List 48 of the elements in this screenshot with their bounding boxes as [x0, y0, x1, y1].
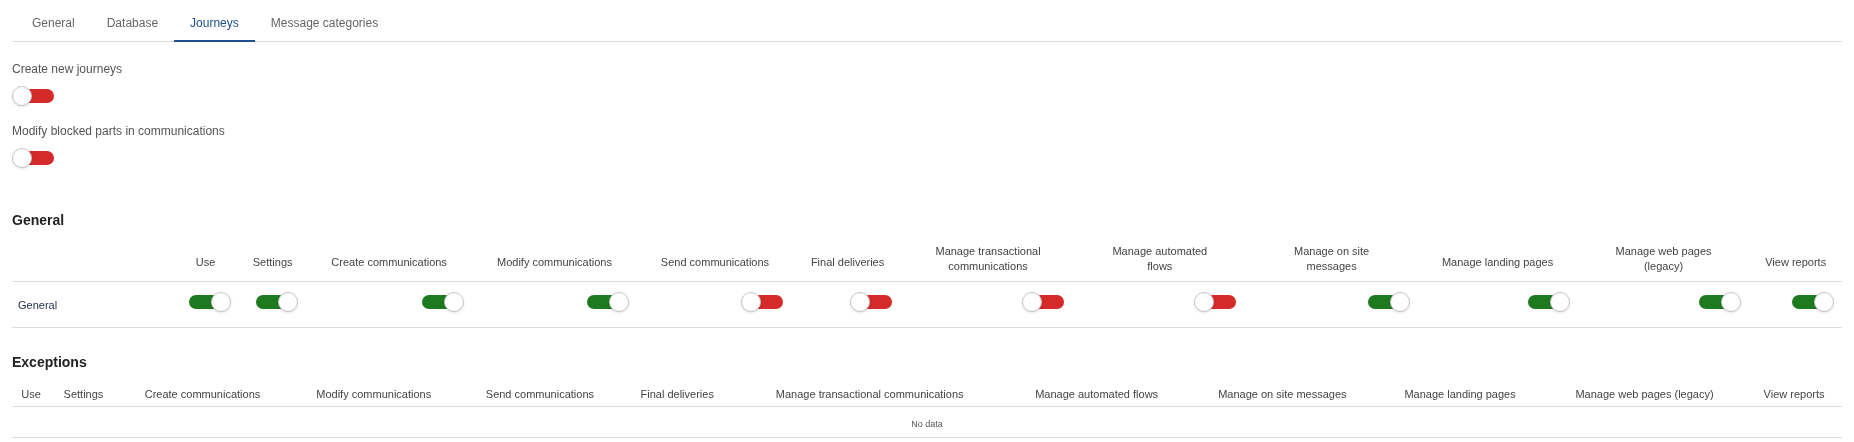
column-header: Create communications — [144, 388, 261, 401]
toggle-switch[interactable] — [1527, 295, 1568, 309]
section-heading: Exceptions — [12, 352, 88, 372]
column-header: Manage on site messages — [1293, 244, 1371, 275]
column-header: Final deliveries — [810, 254, 885, 270]
column-header: Create communications — [331, 254, 447, 270]
toggle-switch[interactable] — [852, 295, 893, 309]
toggle-switch[interactable] — [1367, 295, 1408, 309]
column-header: Manage automated flows — [1111, 244, 1209, 275]
tab[interactable]: Database — [90, 0, 175, 42]
tab[interactable]: Message categories — [254, 0, 395, 42]
toggle-switch[interactable] — [1195, 295, 1236, 309]
section-heading: General — [12, 211, 66, 230]
column-header: Settings — [63, 388, 104, 401]
column-header: Manage on site messages — [1218, 388, 1347, 401]
empty-message: No data — [911, 419, 943, 429]
column-header: Manage landing pages — [1404, 388, 1516, 401]
setting-label: Modify blocked parts in communications — [12, 123, 226, 140]
column-header: Manage web pages (legacy) — [1614, 244, 1713, 275]
column-header: Modify communications — [497, 254, 612, 270]
column-header: Use — [21, 388, 41, 401]
column-header: Send communications — [660, 254, 770, 270]
setting-label: Create new journeys — [12, 61, 124, 78]
toggle-switch[interactable] — [1023, 295, 1064, 309]
column-header: Final deliveries — [640, 388, 714, 401]
toggle-switch[interactable] — [14, 89, 54, 103]
column-header: View reports — [1763, 388, 1825, 401]
tab[interactable]: General — [16, 0, 91, 42]
toggle-switch[interactable] — [189, 295, 230, 309]
toggle-switch[interactable] — [256, 295, 297, 309]
column-header: Manage automated flows — [1035, 388, 1159, 401]
column-header: Use — [195, 254, 216, 270]
toggle-switch[interactable] — [14, 151, 54, 165]
column-header: Settings — [252, 254, 293, 270]
toggle-switch[interactable] — [1792, 295, 1832, 309]
tab[interactable]: Journeys — [174, 0, 255, 42]
toggle-switch[interactable] — [742, 295, 783, 309]
toggle-switch[interactable] — [422, 295, 462, 309]
column-header: Manage transactional communications — [934, 244, 1042, 275]
column-header: Send communications — [485, 388, 595, 401]
toggle-switch[interactable] — [587, 295, 627, 309]
toggle-switch[interactable] — [1699, 295, 1740, 309]
column-header: Manage transactional communications — [775, 388, 964, 401]
column-header: View reports — [1765, 254, 1827, 270]
column-header: Manage web pages (legacy) — [1575, 388, 1714, 401]
row-label: General — [18, 299, 58, 311]
column-header: Modify communications — [316, 388, 432, 401]
column-header: Manage landing pages — [1441, 254, 1554, 270]
